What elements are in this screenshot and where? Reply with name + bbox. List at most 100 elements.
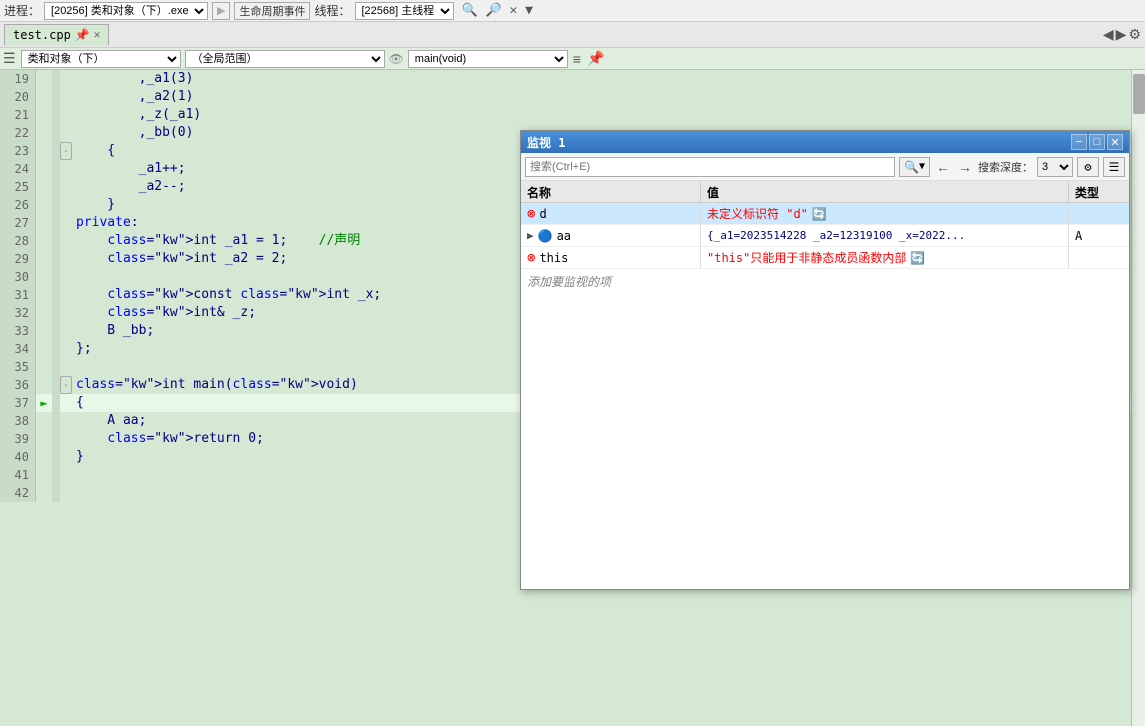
- line-marker: [52, 322, 60, 340]
- watch-back-btn[interactable]: ←: [934, 159, 952, 175]
- tab-right-arrow[interactable]: ▶: [1116, 26, 1127, 43]
- line-marker: [52, 286, 60, 304]
- tab-test-cpp[interactable]: test.cpp 📌 ✕: [4, 24, 109, 46]
- watch-name-this: this: [539, 251, 568, 265]
- line-arrow-indicator: [36, 484, 52, 502]
- line-marker: [52, 394, 60, 412]
- func-select[interactable]: main(void): [408, 50, 568, 68]
- line-arrow-indicator: [36, 70, 52, 88]
- line-marker: [52, 160, 60, 178]
- toolbar-btn-1[interactable]: ▶: [212, 2, 230, 20]
- watch-cell-type-aa: A: [1069, 225, 1129, 246]
- line-number: 38: [0, 412, 36, 430]
- thread-select[interactable]: [22568] 主线程: [355, 2, 454, 20]
- thread-label: 线程：: [314, 2, 350, 19]
- error-icon-this: ⊗: [527, 250, 535, 266]
- watch-restore-btn[interactable]: □: [1089, 134, 1105, 150]
- line-marker: [52, 268, 60, 286]
- line-content: }: [72, 448, 88, 466]
- vertical-scrollbar[interactable]: [1131, 70, 1145, 726]
- error-icon-d: ⊗: [527, 206, 535, 222]
- line-number: 25: [0, 178, 36, 196]
- line-number: 27: [0, 214, 36, 232]
- line-content: ,_a2(1): [72, 88, 197, 106]
- watch-title: 监视 1: [527, 134, 1071, 151]
- tab-close-btn[interactable]: ✕: [94, 28, 101, 41]
- lifecycle-btn[interactable]: 生命周期事件: [234, 2, 310, 20]
- scope-select[interactable]: （全局范围）: [185, 50, 385, 68]
- tab-arrows: ◀ ▶ ⚙: [1103, 26, 1141, 43]
- line-arrow-indicator: [36, 268, 52, 286]
- line-content: ,_a1(3): [72, 70, 197, 88]
- line-marker: [52, 466, 60, 484]
- tab-left-arrow[interactable]: ◀: [1103, 26, 1114, 43]
- scrollbar-thumb[interactable]: [1133, 74, 1145, 114]
- line-fold-btn: [60, 304, 72, 322]
- line-number: 41: [0, 466, 36, 484]
- line-content: class="kw">int _a1 = 1; //声明: [72, 232, 364, 250]
- line-number: 26: [0, 196, 36, 214]
- code-header: ☰ 类和对象（下） （全局范围） 👁 main(void) ≡ 📌: [0, 48, 1145, 70]
- line-fold-btn: [60, 412, 72, 430]
- line-fold-btn[interactable]: -: [60, 142, 72, 160]
- view-icon: ☰: [1109, 160, 1120, 174]
- process-select[interactable]: [20256] 类和对象（下）.exe: [44, 2, 208, 20]
- tab-label: test.cpp: [13, 28, 71, 42]
- add-watch-row[interactable]: 添加要监视的项: [521, 269, 1129, 294]
- line-fold-btn: [60, 466, 72, 484]
- line-number: 35: [0, 358, 36, 376]
- line-fold-btn: [60, 178, 72, 196]
- line-content: [72, 268, 80, 286]
- line-number: 23: [0, 142, 36, 160]
- watch-title-buttons: − □ ✕: [1071, 134, 1123, 150]
- scope-icon: 👁: [389, 52, 404, 66]
- line-fold-btn[interactable]: -: [60, 376, 72, 394]
- line-number: 31: [0, 286, 36, 304]
- watch-minimize-btn[interactable]: −: [1071, 134, 1087, 150]
- watch-row-this[interactable]: ⊗ this "this"只能用于非静态成员函数内部 🔄: [521, 247, 1129, 269]
- line-content: [72, 484, 80, 502]
- watch-row-d[interactable]: ⊗ d 未定义标识符 "d" 🔄: [521, 203, 1129, 225]
- line-number: 39: [0, 430, 36, 448]
- line-fold-btn: [60, 250, 72, 268]
- watch-cell-value-aa: {_a1=2023514228 _a2=12319100 _x=2022...: [701, 225, 1069, 246]
- col-type: 类型: [1069, 181, 1129, 202]
- expand-icon-aa[interactable]: ▶: [527, 229, 534, 242]
- line-fold-btn: [60, 358, 72, 376]
- watch-view-btn[interactable]: ☰: [1103, 157, 1125, 177]
- line-content: class="kw">const class="kw">int _x;: [72, 286, 385, 304]
- line-fold-btn: [60, 448, 72, 466]
- watch-row-aa[interactable]: ▶ 🔵 aa {_a1=2023514228 _a2=12319100 _x=2…: [521, 225, 1129, 247]
- watch-table-header: 名称 值 类型: [521, 181, 1129, 203]
- line-arrow-indicator: [36, 142, 52, 160]
- line-number: 30: [0, 268, 36, 286]
- line-number: 22: [0, 124, 36, 142]
- info-icon-aa: 🔵: [538, 229, 553, 243]
- code-header-add-btn[interactable]: ☰: [0, 50, 19, 67]
- line-number: 32: [0, 304, 36, 322]
- watch-settings-btn[interactable]: ⚙: [1077, 157, 1099, 177]
- toolbar-icons: 🔍 🔎 ✕ ▼: [462, 3, 534, 18]
- code-header-pin-btn[interactable]: 📌: [584, 50, 607, 67]
- line-number: 24: [0, 160, 36, 178]
- watch-search-btn[interactable]: 🔍 ▼: [899, 157, 930, 177]
- line-content: class="kw">return 0;: [72, 430, 268, 448]
- line-content: [72, 466, 80, 484]
- line-arrow-indicator: [36, 466, 52, 484]
- refresh-icon-this[interactable]: 🔄: [910, 251, 925, 265]
- refresh-icon-d[interactable]: 🔄: [812, 207, 827, 221]
- watch-value-d: 未定义标识符 "d": [707, 205, 808, 222]
- line-number: 33: [0, 322, 36, 340]
- line-marker: [52, 484, 60, 502]
- class-select[interactable]: 类和对象（下）: [21, 50, 181, 68]
- code-header-action-btn[interactable]: ≡: [570, 51, 584, 67]
- tab-settings-btn[interactable]: ⚙: [1128, 26, 1141, 43]
- watch-depth-select[interactable]: 3 1 2 4 5: [1037, 157, 1073, 177]
- watch-forward-btn[interactable]: →: [956, 159, 974, 175]
- watch-toolbar: 🔍 ▼ ← → 搜索深度： 3 1 2 4 5 ⚙ ☰: [521, 153, 1129, 181]
- watch-search-input[interactable]: [525, 157, 895, 177]
- col-value: 值: [701, 181, 1069, 202]
- line-marker: [52, 304, 60, 322]
- watch-close-btn[interactable]: ✕: [1107, 134, 1123, 150]
- watch-cell-value-this: "this"只能用于非静态成员函数内部 🔄: [701, 247, 1069, 268]
